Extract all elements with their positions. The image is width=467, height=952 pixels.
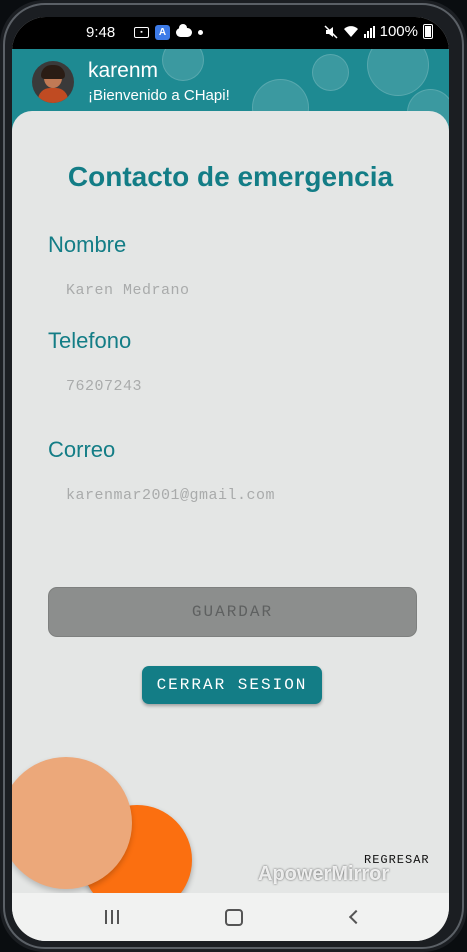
recents-button[interactable]: [82, 893, 142, 941]
screen: 9:48 ▪ A 100% karenm ¡Bienvenido a CHapi…: [12, 17, 449, 941]
battery-icon: [423, 24, 433, 39]
save-button[interactable]: GUARDAR: [48, 587, 417, 637]
mute-icon: [324, 24, 338, 39]
logout-button[interactable]: CERRAR SESION: [142, 666, 322, 704]
content-card: Contacto de emergencia Nombre Karen Medr…: [12, 111, 449, 901]
home-button[interactable]: [204, 893, 264, 941]
username: karenm: [88, 59, 159, 82]
message-icon: ▪: [134, 27, 149, 38]
decorative-bubble: [312, 54, 349, 91]
decorative-bubble: [162, 49, 204, 81]
wifi-icon: [343, 26, 358, 37]
email-label: Correo: [48, 437, 116, 462]
navigation-bar: [12, 893, 449, 941]
dot-icon: [198, 30, 203, 35]
avatar-body: [38, 88, 68, 103]
home-icon: [225, 908, 243, 926]
avatar-hair: [41, 65, 65, 79]
status-icons-left: ▪ A: [134, 24, 203, 40]
signal-icon: [363, 25, 375, 38]
recents-icon: [105, 910, 119, 924]
phone-field[interactable]: 76207243: [66, 378, 142, 395]
page-title: Contacto de emergencia: [67, 161, 394, 192]
app-icon: A: [155, 25, 170, 40]
status-icons-right: 100%: [324, 23, 433, 40]
decorative-bubble: [367, 49, 429, 96]
status-time: 9:48: [86, 24, 116, 41]
welcome-message: ¡Bienvenido a CHapi!: [88, 87, 230, 104]
back-icon: [348, 909, 364, 925]
avatar[interactable]: [32, 61, 74, 103]
cloud-icon: [176, 24, 192, 37]
watermark: ApowerMirror: [258, 863, 390, 885]
status-bar: 9:48 ▪ A 100%: [12, 17, 449, 49]
name-field[interactable]: Karen Medrano: [66, 282, 190, 299]
name-label: Nombre: [48, 232, 127, 257]
email-field[interactable]: karenmar2001@gmail.com: [66, 487, 275, 504]
battery-percent: 100%: [379, 23, 418, 40]
back-nav-button[interactable]: [324, 893, 384, 941]
phone-label: Telefono: [48, 328, 132, 353]
